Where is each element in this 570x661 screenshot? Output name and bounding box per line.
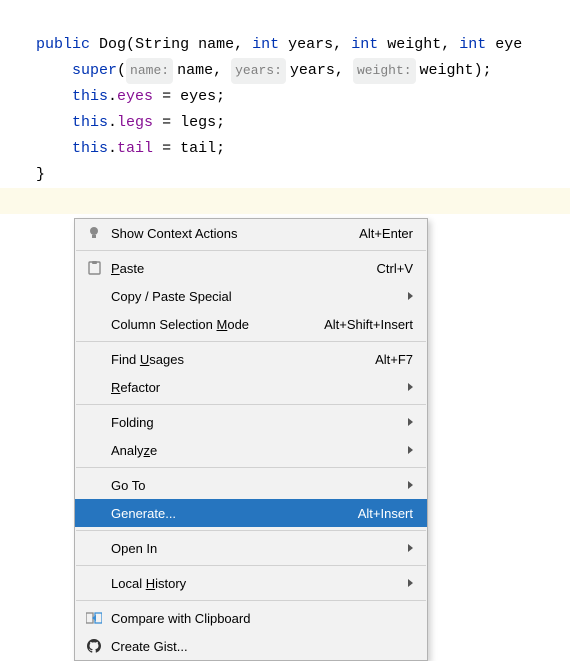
chevron-right-icon xyxy=(408,292,413,300)
menu-compare-clipboard[interactable]: Compare with Clipboard xyxy=(75,604,427,632)
menu-label: Find Usages xyxy=(111,352,363,367)
menu-label: Refactor xyxy=(111,380,400,395)
menu-separator xyxy=(76,250,426,251)
param-years: years xyxy=(288,36,333,53)
menu-separator xyxy=(76,600,426,601)
menu-label: Go To xyxy=(111,478,400,493)
var-tail: tail xyxy=(180,140,216,157)
type-int-2: int xyxy=(351,36,378,53)
menu-label: Create Gist... xyxy=(111,639,413,654)
menu-separator xyxy=(76,341,426,342)
menu-label: Copy / Paste Special xyxy=(111,289,400,304)
kw-super: super xyxy=(72,62,117,79)
menu-shortcut: Alt+Enter xyxy=(359,226,413,241)
param-eye: eye xyxy=(495,36,522,53)
blank-icon xyxy=(85,413,103,431)
arg-name: name xyxy=(177,62,213,79)
type-int-3: int xyxy=(459,36,486,53)
menu-analyze[interactable]: Analyze xyxy=(75,436,427,464)
menu-label: Analyze xyxy=(111,443,400,458)
menu-label: Open In xyxy=(111,541,400,556)
kw-this-1: this xyxy=(72,88,108,105)
menu-refactor[interactable]: Refactor xyxy=(75,373,427,401)
menu-separator xyxy=(76,404,426,405)
hint-years: years: xyxy=(231,58,286,84)
kw-this-2: this xyxy=(72,114,108,131)
field-tail: tail xyxy=(117,140,153,157)
blank-icon xyxy=(85,315,103,333)
blank-icon xyxy=(85,287,103,305)
code-editor[interactable]: public Dog(String name, int years, int w… xyxy=(0,0,570,188)
param-weight: weight xyxy=(387,36,441,53)
chevron-right-icon xyxy=(408,446,413,454)
menu-label: Column Selection Mode xyxy=(111,317,312,332)
menu-shortcut: Alt+Insert xyxy=(358,506,413,521)
context-menu: Show Context Actions Alt+Enter Paste Ctr… xyxy=(74,218,428,661)
arg-weight: weight xyxy=(420,62,474,79)
chevron-right-icon xyxy=(408,418,413,426)
clipboard-icon xyxy=(85,259,103,277)
menu-create-gist[interactable]: Create Gist... xyxy=(75,632,427,660)
blank-icon xyxy=(85,504,103,522)
kw-public: public xyxy=(36,36,90,53)
menu-label: Compare with Clipboard xyxy=(111,611,413,626)
menu-go-to[interactable]: Go To xyxy=(75,471,427,499)
menu-label: Folding xyxy=(111,415,400,430)
var-legs: legs xyxy=(180,114,216,131)
field-legs: legs xyxy=(117,114,153,131)
menu-folding[interactable]: Folding xyxy=(75,408,427,436)
bulb-icon xyxy=(85,224,103,242)
type-int-1: int xyxy=(252,36,279,53)
menu-separator xyxy=(76,467,426,468)
chevron-right-icon xyxy=(408,383,413,391)
menu-local-history[interactable]: Local History xyxy=(75,569,427,597)
hint-weight: weight: xyxy=(353,58,416,84)
brace-close: } xyxy=(36,166,45,183)
menu-label: Paste xyxy=(111,261,365,276)
menu-label: Show Context Actions xyxy=(111,226,347,241)
blank-icon xyxy=(85,476,103,494)
menu-find-usages[interactable]: Find Usages Alt+F7 xyxy=(75,345,427,373)
blank-icon xyxy=(85,441,103,459)
class-name: Dog xyxy=(99,36,126,53)
blank-icon xyxy=(85,539,103,557)
chevron-right-icon xyxy=(408,481,413,489)
menu-column-selection-mode[interactable]: Column Selection Mode Alt+Shift+Insert xyxy=(75,310,427,338)
param-name: name xyxy=(198,36,234,53)
arg-years: years xyxy=(290,62,335,79)
var-eyes: eyes xyxy=(180,88,216,105)
menu-label: Generate... xyxy=(111,506,346,521)
chevron-right-icon xyxy=(408,579,413,587)
blank-icon xyxy=(85,350,103,368)
menu-separator xyxy=(76,565,426,566)
kw-this-3: this xyxy=(72,140,108,157)
menu-label: Local History xyxy=(111,576,400,591)
field-eyes: eyes xyxy=(117,88,153,105)
menu-generate[interactable]: Generate... Alt+Insert xyxy=(75,499,427,527)
menu-copy-paste-special[interactable]: Copy / Paste Special xyxy=(75,282,427,310)
github-icon xyxy=(85,637,103,655)
menu-open-in[interactable]: Open In xyxy=(75,534,427,562)
highlighted-line xyxy=(0,188,570,214)
menu-shortcut: Alt+Shift+Insert xyxy=(324,317,413,332)
type-string: String xyxy=(135,36,189,53)
blank-icon xyxy=(85,378,103,396)
menu-shortcut: Ctrl+V xyxy=(377,261,413,276)
menu-show-context-actions[interactable]: Show Context Actions Alt+Enter xyxy=(75,219,427,247)
diff-icon xyxy=(85,609,103,627)
menu-separator xyxy=(76,530,426,531)
hint-name: name: xyxy=(126,58,173,84)
chevron-right-icon xyxy=(408,544,413,552)
blank-icon xyxy=(85,574,103,592)
menu-shortcut: Alt+F7 xyxy=(375,352,413,367)
menu-paste[interactable]: Paste Ctrl+V xyxy=(75,254,427,282)
